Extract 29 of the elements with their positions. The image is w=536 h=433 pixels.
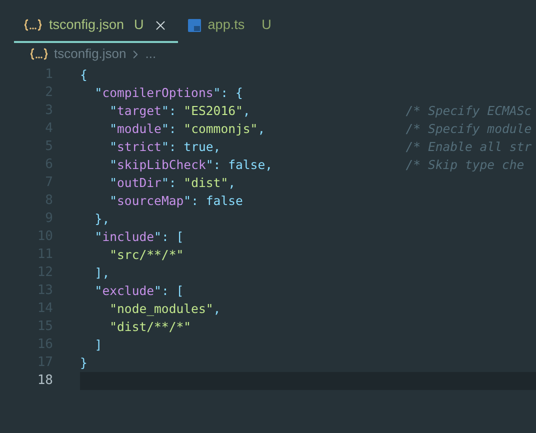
braces-icon: [30, 48, 48, 60]
typescript-file-icon: [188, 18, 201, 32]
braces-icon: [24, 19, 42, 31]
code-line: }: [80, 354, 88, 372]
code-comment: /* Specify ECMASc: [406, 102, 532, 120]
code-line: "skipLibCheck": false,: [108, 156, 274, 174]
code-line: "module": "commonjs",: [108, 120, 266, 138]
code-comment: /* Specify module: [406, 120, 532, 138]
editor-tab[interactable]: tsconfig.json U: [14, 9, 178, 43]
code-line: "include": [: [94, 228, 185, 246]
code-line: "dist/**/*": [108, 318, 192, 336]
code-line: ]: [94, 336, 104, 354]
code-line: "sourceMap": false: [108, 192, 244, 210]
code-line: "compilerOptions": {: [94, 84, 244, 102]
code-line: {: [80, 66, 88, 84]
code-line: "outDir": "dist",: [108, 174, 236, 192]
code-line: "strict": true,: [108, 138, 222, 156]
breadcrumb-item[interactable]: tsconfig.json: [54, 44, 126, 64]
code-line: },: [94, 210, 111, 228]
code-line: ],: [94, 264, 111, 282]
code-comment: /* Enable all str: [406, 138, 532, 156]
breadcrumb-item[interactable]: ...: [145, 44, 156, 64]
code-line: "src/**/*": [108, 246, 185, 264]
code-line: "exclude": [: [94, 282, 185, 300]
line-number: 18: [36, 372, 53, 390]
code-line: "target": "ES2016",: [108, 102, 252, 120]
editor-tab[interactable]: app.ts U: [178, 9, 282, 43]
code-line: "node_modules",: [108, 300, 222, 318]
code-comment: /* Skip type che: [406, 156, 524, 174]
